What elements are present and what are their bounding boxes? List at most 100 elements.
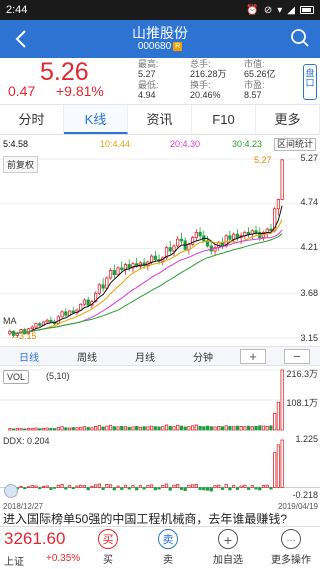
candle-body xyxy=(220,242,225,247)
volume-bar xyxy=(209,426,213,431)
ma5-value: 5:4.58 xyxy=(3,139,29,149)
ddx-bar xyxy=(187,484,191,488)
candle-body xyxy=(269,228,273,232)
volume-bar xyxy=(157,426,161,431)
ddx-bar xyxy=(108,484,113,488)
tab-news[interactable]: 资讯 xyxy=(128,105,192,134)
ddx-bar xyxy=(97,483,101,488)
candle-body xyxy=(30,326,34,330)
candle-body xyxy=(82,299,87,305)
ma5-line xyxy=(9,205,283,334)
period-monthly[interactable]: 月线 xyxy=(116,349,174,364)
candle-body xyxy=(60,311,64,318)
order-book-tab[interactable]: 盘口 xyxy=(303,64,317,100)
volume-bar xyxy=(127,426,131,431)
quote-field-turnover: 换手: 20.46% xyxy=(190,80,221,100)
ddx-bar xyxy=(157,487,161,490)
adjust-price-button[interactable]: 前复权 xyxy=(3,156,39,173)
index-price[interactable]: 3261.60 xyxy=(4,529,65,549)
candle-body xyxy=(49,319,53,323)
volume-axis-label: 216.3万 xyxy=(286,369,318,379)
volume-bar xyxy=(30,428,34,431)
high-price-marker: 5.27 xyxy=(254,155,272,165)
ddx-axis-top: 1.225 xyxy=(295,434,318,444)
ddx-bar xyxy=(123,484,128,488)
tab-kline[interactable]: K线 xyxy=(64,105,128,134)
candle-body xyxy=(194,232,198,238)
search-icon[interactable] xyxy=(290,28,310,48)
volume-bar xyxy=(220,426,225,431)
more-actions-label: 更多操作 xyxy=(271,555,311,566)
period-minute[interactable]: 分钟 xyxy=(174,349,232,364)
sell-button[interactable]: 卖 卖 xyxy=(148,529,188,566)
volume-bar xyxy=(75,427,79,431)
news-headline[interactable]: 进入国际榜单50强的中国工程机械商，去年谁最赚钱? xyxy=(0,512,320,526)
volume-bar xyxy=(49,427,53,431)
volume-bar xyxy=(153,426,157,431)
kline-chart[interactable] xyxy=(0,151,320,346)
volume-bar xyxy=(38,428,42,431)
volume-bar xyxy=(120,425,124,431)
candle-body xyxy=(34,323,38,328)
zoom-in-button[interactable]: + xyxy=(240,349,266,364)
volume-bar xyxy=(172,426,176,431)
plus-icon: + xyxy=(218,529,238,549)
volume-bar xyxy=(112,426,116,431)
ddx-bar xyxy=(183,487,187,492)
sell-icon: 卖 xyxy=(158,529,178,549)
interval-stats-button[interactable]: 区间统计 xyxy=(273,138,316,151)
ma-legend: 5:4.58 10:4.44 20:4.30 30:4.23 区间统计 xyxy=(0,137,320,151)
ddx-bar xyxy=(86,487,90,491)
date-start: 2018/12/27 xyxy=(3,502,44,511)
volume-bar xyxy=(239,425,243,431)
scroll-handle[interactable] xyxy=(4,484,18,498)
candle-body xyxy=(232,233,236,240)
buy-label: 买 xyxy=(103,555,113,566)
ddx-value: DDX: 0.204 xyxy=(3,436,50,446)
ddx-bar xyxy=(101,487,105,490)
price-axis-label: 4.21 xyxy=(300,242,318,252)
tab-f10[interactable]: F10 xyxy=(192,105,256,134)
ddx-bar xyxy=(41,485,46,488)
ddx-bar xyxy=(53,487,57,489)
volume-bar xyxy=(138,426,143,431)
candle-body xyxy=(149,255,154,263)
period-daily[interactable]: 日线 xyxy=(0,349,58,364)
candle-body xyxy=(112,270,116,276)
volume-bar xyxy=(250,426,254,431)
ddx-bar xyxy=(94,484,98,488)
buy-button[interactable]: 买 买 xyxy=(88,529,128,566)
more-actions-button[interactable]: ··· 更多操作 xyxy=(266,529,316,566)
price-axis-label: 3.15 xyxy=(300,333,318,343)
volume-indicator-button[interactable]: VOL xyxy=(3,370,30,384)
volume-bar xyxy=(8,428,12,431)
volume-bar xyxy=(64,427,68,431)
ddx-axis-bottom: -0.218 xyxy=(292,490,318,500)
sell-label: 卖 xyxy=(163,555,173,566)
volume-bar xyxy=(276,401,281,431)
volume-bar xyxy=(273,412,277,431)
ddx-bar xyxy=(213,485,217,488)
ddx-bar xyxy=(131,485,135,488)
ddx-bar xyxy=(243,484,247,488)
tab-intraday[interactable]: 分时 xyxy=(0,105,64,134)
index-name: 上证 xyxy=(4,557,24,568)
candle-body xyxy=(101,284,105,289)
ddx-bar xyxy=(179,487,184,490)
ddx-bar xyxy=(90,485,94,488)
add-watchlist-button[interactable]: + 加自选 xyxy=(208,529,248,566)
zoom-out-button[interactable]: − xyxy=(284,349,310,364)
candle-body xyxy=(120,267,124,271)
ddx-bar xyxy=(161,485,165,488)
stock-code: 000680 xyxy=(137,41,172,52)
volume-bar xyxy=(265,425,269,431)
status-bar: 2:44 ⏰ ⊘ ▾ ◢ xyxy=(0,0,320,20)
volume-bar xyxy=(280,369,284,431)
candle-body xyxy=(209,245,213,252)
margin-badge: R xyxy=(173,41,183,51)
ddx-bar xyxy=(217,484,221,488)
ddx-bar xyxy=(239,485,243,488)
volume-bar xyxy=(149,425,154,431)
period-weekly[interactable]: 周线 xyxy=(58,349,116,364)
tab-more[interactable]: 更多 xyxy=(256,105,320,134)
